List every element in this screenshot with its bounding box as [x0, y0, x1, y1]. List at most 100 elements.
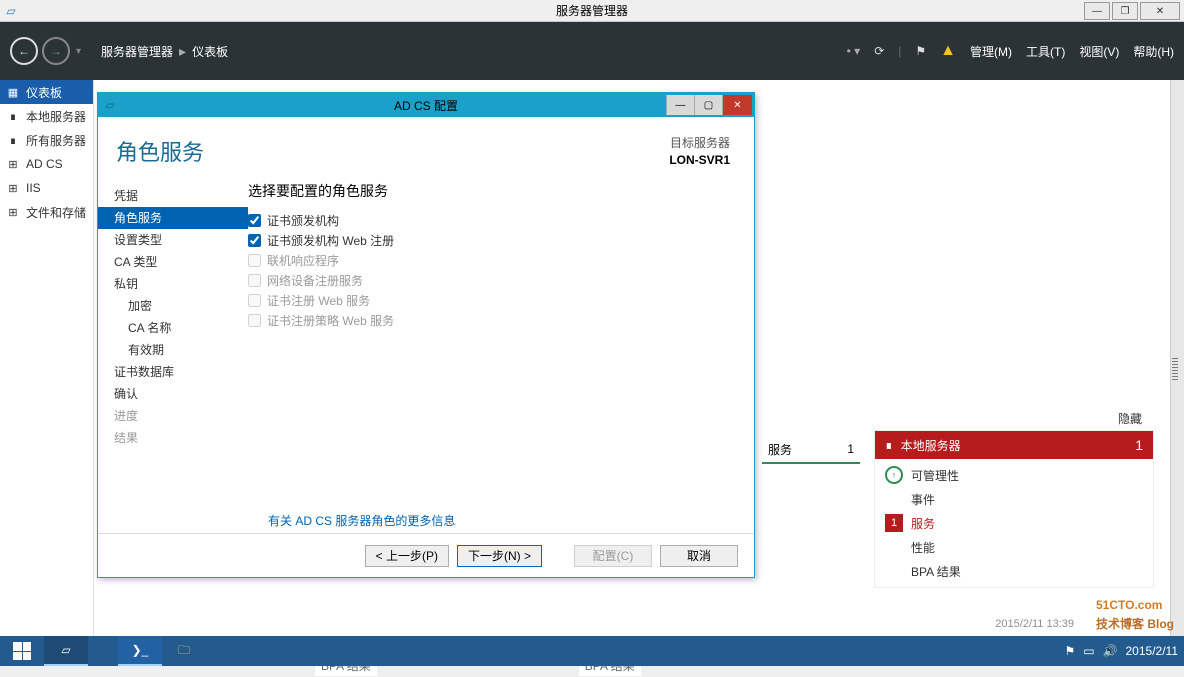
- watermark-main: 51CTO.com: [1096, 598, 1162, 612]
- flag-icon[interactable]: ⚑: [915, 44, 926, 58]
- tile-line-label: BPA 结果: [911, 563, 961, 580]
- window-close-button[interactable]: ✕: [1140, 2, 1180, 20]
- wizard-step[interactable]: 设置类型: [98, 229, 248, 251]
- breadcrumb-page[interactable]: 仪表板: [192, 43, 228, 60]
- tray-flag-icon[interactable]: ⚑: [1064, 644, 1075, 658]
- role-option[interactable]: 证书颁发机构: [248, 211, 734, 231]
- next-button[interactable]: 下一步(N) >: [457, 545, 542, 567]
- role-icon: ⊞: [6, 182, 20, 195]
- servers-icon: ∎: [6, 134, 20, 147]
- tile-line[interactable]: ↑ 可管理性: [875, 463, 1153, 487]
- app-icon: ▱: [0, 0, 22, 22]
- wizard-step[interactable]: 角色服务: [98, 207, 248, 229]
- tile-line[interactable]: 事件: [875, 487, 1153, 511]
- tray-volume-icon[interactable]: 🔊: [1103, 644, 1118, 658]
- wizard-title: AD CS 配置: [394, 97, 458, 114]
- wizard-heading: 角色服务: [116, 135, 204, 167]
- window-maximize-button[interactable]: ❐: [1112, 2, 1138, 20]
- menu-help[interactable]: 帮助(H): [1133, 43, 1174, 60]
- server-icon: ∎: [885, 438, 893, 452]
- wizard-step[interactable]: 私钥: [98, 273, 248, 295]
- wizard-step[interactable]: CA 类型: [98, 251, 248, 273]
- dashboard-icon: ▦: [6, 86, 20, 99]
- sidebar-item-files[interactable]: ⊞文件和存储: [0, 200, 93, 224]
- sidebar-item-adcs[interactable]: ⊞ AD CS: [0, 152, 93, 176]
- sidebar-item-label: IIS: [26, 181, 41, 195]
- wizard-minimize-button[interactable]: —: [666, 95, 694, 115]
- adcs-config-wizard: ▱ AD CS 配置 — ▢ ✕ 角色服务 目标服务器 LON-SVR1 凭据 …: [97, 92, 755, 578]
- status-ok-icon: ↑: [885, 466, 903, 484]
- sidebar-item-all[interactable]: ∎ 所有服务器: [0, 128, 93, 152]
- nav-dropdown-icon[interactable]: ▾: [76, 46, 81, 57]
- role-option: 证书注册 Web 服务: [248, 291, 734, 311]
- right-scrollbar[interactable]: [1170, 80, 1184, 636]
- app-header: ← → ▾ 服务器管理器 ▸ 仪表板 • ▾ ⟳ | ⚑ ▲ 管理(M) 工具(…: [0, 22, 1184, 80]
- role-checkbox: [248, 294, 261, 307]
- tile-line[interactable]: BPA 结果: [875, 559, 1153, 583]
- tile-line-label: 性能: [911, 539, 935, 556]
- role-label: 网络设备注册服务: [267, 272, 363, 289]
- tray-date[interactable]: 2015/2/11: [1126, 644, 1179, 658]
- server-icon: ∎: [6, 110, 20, 123]
- window-title: 服务器管理器: [556, 2, 628, 19]
- sidebar-item-label: AD CS: [26, 157, 63, 171]
- role-option: 证书注册策略 Web 服务: [248, 311, 734, 331]
- role-checkbox[interactable]: [248, 214, 261, 227]
- window-minimize-button[interactable]: —: [1084, 2, 1110, 20]
- breadcrumb-root[interactable]: 服务器管理器: [101, 43, 173, 60]
- role-option[interactable]: 证书颁发机构 Web 注册: [248, 231, 734, 251]
- refresh-icon[interactable]: ⟳: [874, 44, 884, 58]
- wizard-step[interactable]: 凭据: [98, 185, 248, 207]
- collapse-button[interactable]: 隐藏: [1118, 410, 1142, 427]
- role-checkbox[interactable]: [248, 234, 261, 247]
- warning-icon[interactable]: ▲: [940, 42, 956, 60]
- more-info-link[interactable]: 有关 AD CS 服务器角色的更多信息: [268, 512, 455, 529]
- configure-button: 配置(C): [574, 545, 652, 567]
- wizard-close-button[interactable]: ✕: [722, 95, 752, 115]
- sidebar-item-dashboard[interactable]: ▦ 仪表板: [0, 80, 93, 104]
- sidebar-item-iis[interactable]: ⊞ IIS: [0, 176, 93, 200]
- scrollbar-thumb[interactable]: [1172, 358, 1178, 382]
- tile-line-alert[interactable]: 1服务: [875, 511, 1153, 535]
- tile-title: 本地服务器: [901, 437, 961, 454]
- tile-line-label: 可管理性: [911, 467, 959, 484]
- nav-back-button[interactable]: ←: [10, 37, 38, 65]
- role-icon: ⊞: [6, 206, 20, 219]
- taskbar-powershell[interactable]: ❯_: [118, 636, 162, 666]
- nav-forward-button[interactable]: →: [42, 37, 70, 65]
- divider: |: [898, 44, 901, 58]
- tile-local-header[interactable]: ∎本地服务器 1: [875, 431, 1153, 459]
- breadcrumb: 服务器管理器 ▸ 仪表板: [101, 43, 228, 60]
- wizard-maximize-button[interactable]: ▢: [694, 95, 722, 115]
- wizard-step[interactable]: 有效期: [98, 339, 248, 361]
- taskbar-server-manager[interactable]: ▱: [44, 636, 88, 666]
- sidebar-item-label: 仪表板: [26, 84, 62, 101]
- sidebar-item-local[interactable]: ∎本地服务器: [0, 104, 93, 128]
- prev-button[interactable]: < 上一步(P): [365, 545, 449, 567]
- cancel-button[interactable]: 取消: [660, 545, 738, 567]
- wizard-footer: < 上一步(P) 下一步(N) > 配置(C) 取消: [98, 533, 754, 577]
- tray-network-icon[interactable]: ▭: [1083, 644, 1094, 658]
- wizard-step[interactable]: 加密: [98, 295, 248, 317]
- start-button[interactable]: [0, 636, 44, 666]
- tile-line[interactable]: 性能: [875, 535, 1153, 559]
- role-option: 联机响应程序: [248, 251, 734, 271]
- menu-tools[interactable]: 工具(T): [1026, 43, 1065, 60]
- role-icon: ⊞: [6, 158, 20, 171]
- menu-manage[interactable]: 管理(M): [970, 43, 1012, 60]
- wizard-step[interactable]: CA 名称: [98, 317, 248, 339]
- wizard-titlebar[interactable]: ▱ AD CS 配置 — ▢ ✕: [98, 93, 754, 117]
- sidebar-item-label: 所有服务器: [26, 132, 86, 149]
- refresh-chev-icon[interactable]: • ▾: [847, 44, 861, 58]
- wizard-step[interactable]: 证书数据库: [98, 361, 248, 383]
- target-label: 目标服务器: [669, 135, 730, 152]
- wizard-step: 进度: [98, 405, 248, 427]
- role-label: 证书注册 Web 服务: [267, 292, 370, 309]
- tile-line-label: 事件: [911, 491, 935, 508]
- taskbar-explorer[interactable]: 🗀: [162, 636, 206, 666]
- wizard-steps: 凭据 角色服务 设置类型 CA 类型 私钥 加密 CA 名称 有效期 证书数据库…: [98, 179, 248, 533]
- wizard-step[interactable]: 确认: [98, 383, 248, 405]
- role-label: 证书颁发机构: [267, 212, 339, 229]
- role-label: 证书注册策略 Web 服务: [267, 312, 394, 329]
- menu-view[interactable]: 视图(V): [1079, 43, 1119, 60]
